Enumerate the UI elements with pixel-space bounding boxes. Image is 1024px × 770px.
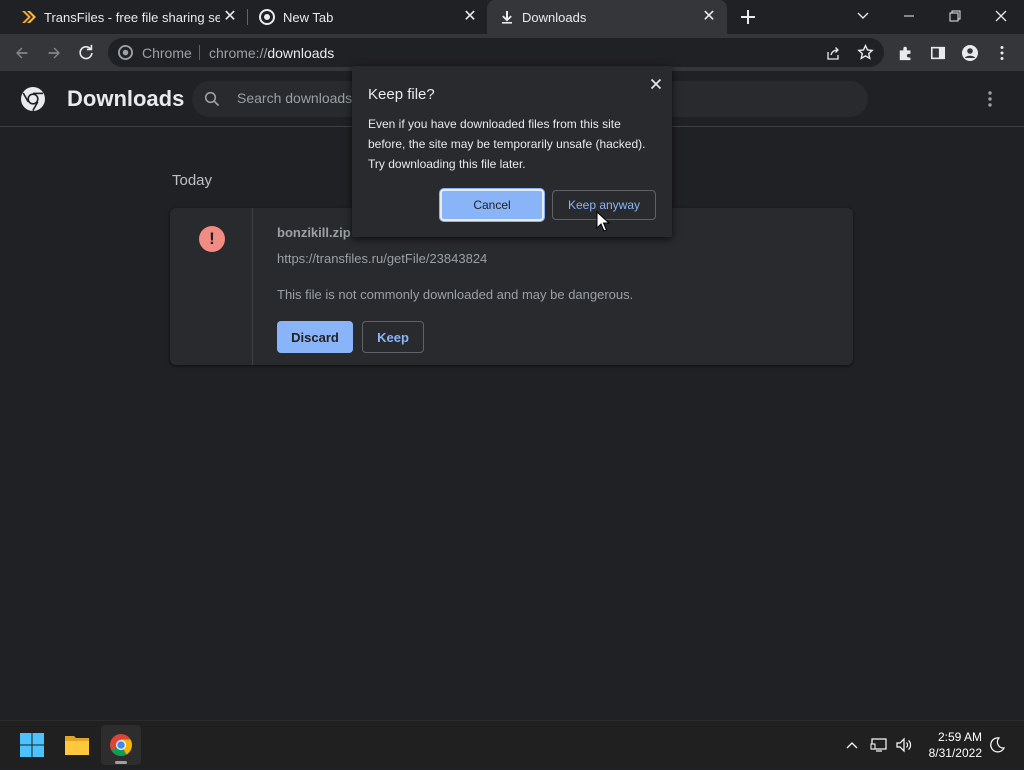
- start-button[interactable]: [12, 725, 52, 765]
- arrow-right-icon: [48, 47, 60, 59]
- focus-assist-moon-icon[interactable]: [988, 736, 1006, 754]
- tab-close-icon[interactable]: ✕: [701, 9, 717, 25]
- search-icon: [204, 91, 220, 107]
- tab-title: Downloads: [522, 9, 587, 25]
- tab-new-tab[interactable]: New Tab ✕: [248, 0, 486, 34]
- tab-downloads[interactable]: Downloads ✕: [487, 0, 727, 34]
- chrome-icon: [259, 9, 275, 25]
- restore-icon: [949, 10, 961, 22]
- windows-logo-icon: [20, 733, 44, 757]
- search-placeholder: Search downloads: [237, 90, 353, 106]
- puzzle-icon: [899, 46, 911, 61]
- download-url[interactable]: https://transfiles.ru/getFile/23843824: [277, 251, 487, 266]
- dialog-body: Even if you have downloaded files from t…: [368, 117, 646, 171]
- keep-button[interactable]: Keep: [362, 321, 424, 353]
- download-icon: [502, 11, 512, 24]
- warning-icon: !: [199, 226, 225, 252]
- more-vertical-icon: [1000, 46, 1004, 60]
- share-icon[interactable]: [825, 45, 841, 61]
- cancel-button[interactable]: Cancel: [440, 189, 544, 221]
- system-clock[interactable]: 2:59 AM 8/31/2022: [918, 729, 982, 761]
- download-warning-text: This file is not commonly downloaded and…: [277, 287, 634, 302]
- date-section-heading: Today: [172, 172, 213, 189]
- back-button[interactable]: [10, 41, 34, 65]
- chrome-menu-button[interactable]: [990, 41, 1014, 65]
- close-icon[interactable]: [646, 74, 666, 94]
- clock-date: 8/31/2022: [928, 746, 982, 760]
- dialog-title: Keep file?: [368, 86, 435, 103]
- download-icon-column: !: [170, 208, 253, 365]
- omnibox-divider: [199, 45, 200, 60]
- minimize-icon: [904, 15, 914, 17]
- discard-button[interactable]: Discard: [277, 321, 353, 353]
- file-explorer-button[interactable]: [57, 725, 97, 765]
- folder-icon: [65, 736, 89, 755]
- plus-icon: [741, 10, 755, 24]
- chrome-icon: [118, 45, 133, 60]
- site-chip: Chrome: [142, 45, 192, 61]
- close-window-button[interactable]: [992, 7, 1010, 25]
- chrome-icon: [110, 734, 132, 764]
- arrow-left-icon: [16, 47, 28, 59]
- person-icon: [962, 45, 978, 61]
- reload-button[interactable]: [74, 41, 98, 65]
- transfiles-icon: [22, 11, 36, 23]
- chevron-up-icon[interactable]: [844, 737, 860, 753]
- minimize-button[interactable]: [900, 7, 918, 25]
- extensions-button[interactable]: [894, 41, 918, 65]
- tab-close-icon[interactable]: ✕: [222, 9, 238, 25]
- tab-transfiles[interactable]: TransFiles - free file sharing servic ✕: [8, 0, 246, 34]
- tab-title: TransFiles - free file sharing servic: [44, 9, 220, 25]
- chrome-taskbar-button[interactable]: [101, 725, 141, 765]
- chrome-logo-icon: [21, 87, 45, 111]
- keep-file-dialog: Keep file? Even if you have downloaded f…: [352, 66, 672, 237]
- profile-button[interactable]: [958, 41, 982, 65]
- reload-icon: [79, 44, 93, 60]
- network-icon[interactable]: [870, 736, 888, 754]
- side-panel-button[interactable]: [926, 41, 950, 65]
- side-panel-icon: [930, 46, 946, 60]
- more-vertical-icon[interactable]: [980, 88, 1000, 110]
- page-title: Downloads: [67, 86, 185, 111]
- forward-button[interactable]: [42, 41, 66, 65]
- tab-title: New Tab: [283, 9, 334, 25]
- mouse-cursor-icon: [596, 211, 610, 232]
- address-bar[interactable]: Chrome chrome://downloads: [108, 38, 884, 67]
- url-text: chrome://downloads: [209, 45, 334, 61]
- tab-close-icon[interactable]: ✕: [462, 9, 478, 25]
- star-icon[interactable]: [857, 44, 874, 61]
- restore-button[interactable]: [946, 7, 964, 25]
- url-host: downloads: [267, 45, 335, 61]
- download-filename[interactable]: bonzikill.zip: [277, 225, 351, 240]
- volume-icon[interactable]: [895, 736, 913, 754]
- taskbar: 2:59 AM 8/31/2022: [0, 720, 1024, 768]
- close-icon: [995, 10, 1007, 22]
- chevron-down-icon: [857, 12, 869, 19]
- tab-search-button[interactable]: [854, 7, 872, 25]
- new-tab-button[interactable]: [738, 7, 758, 27]
- url-scheme: chrome://: [209, 45, 268, 61]
- clock-time: 2:59 AM: [937, 730, 982, 744]
- tab-strip: TransFiles - free file sharing servic ✕ …: [0, 0, 1024, 34]
